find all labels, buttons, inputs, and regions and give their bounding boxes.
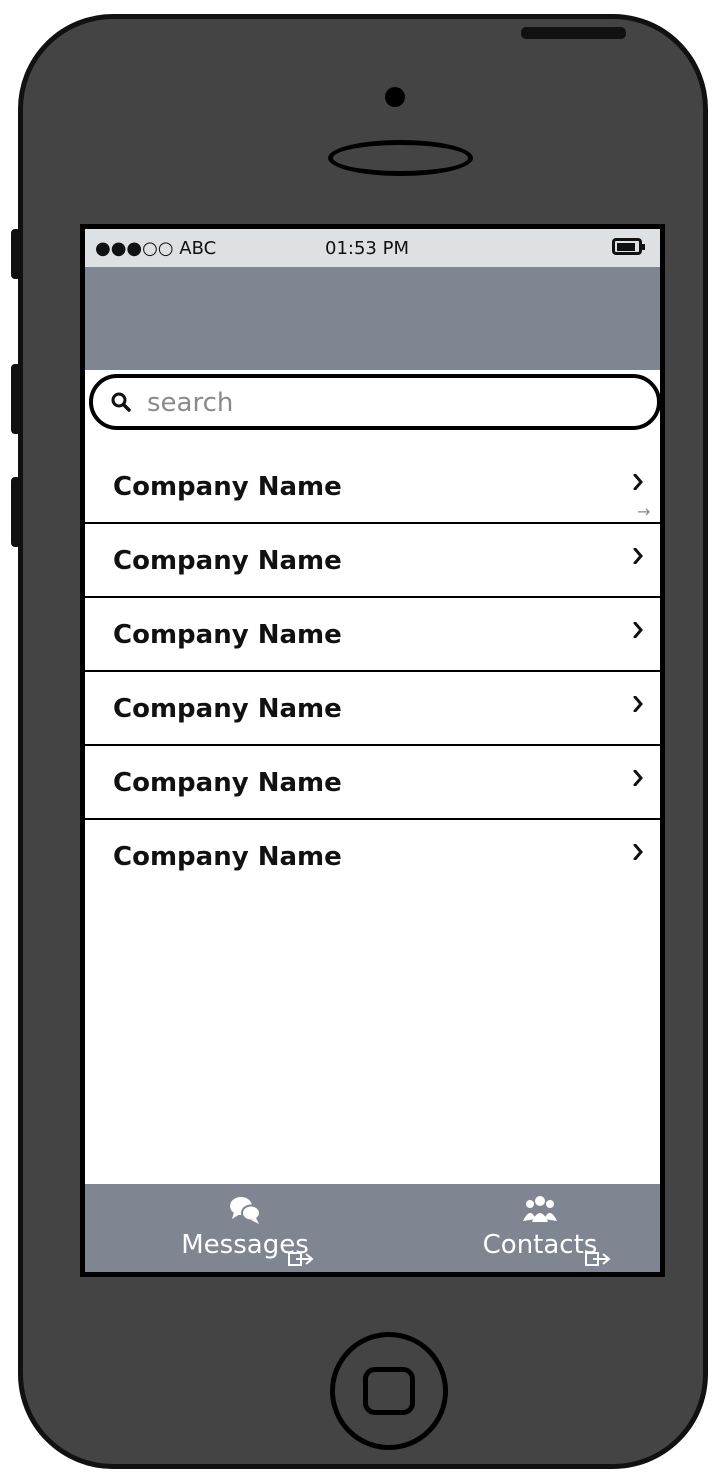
mute-switch xyxy=(11,229,21,279)
company-name: Company Name xyxy=(113,768,342,798)
navigation-bar xyxy=(85,267,660,370)
company-name: Company Name xyxy=(113,620,342,650)
chevron-right-icon xyxy=(633,696,643,712)
volume-down-button xyxy=(11,477,21,547)
volume-up-button xyxy=(11,364,21,434)
search-icon xyxy=(111,392,131,412)
company-list: Company Name → Company Name Company Name… xyxy=(85,450,660,894)
company-name: Company Name xyxy=(113,694,342,724)
company-name: Company Name xyxy=(113,546,342,576)
company-name: Company Name xyxy=(113,472,342,502)
list-item[interactable]: Company Name xyxy=(85,746,660,820)
list-item[interactable]: Company Name xyxy=(85,524,660,598)
status-bar: ●●●○○ ABC 01:53 PM xyxy=(85,229,660,267)
search-input[interactable] xyxy=(145,386,629,420)
tab-label: Messages xyxy=(181,1230,309,1260)
chevron-right-icon xyxy=(633,844,643,860)
chat-bubbles-icon xyxy=(230,1197,261,1224)
link-arrow-icon: → xyxy=(637,502,651,521)
front-camera xyxy=(385,87,405,107)
earpiece-speaker xyxy=(328,140,473,176)
chevron-right-icon xyxy=(633,548,643,564)
list-item[interactable]: Company Name → xyxy=(85,450,660,524)
phone-screen: ●●●○○ ABC 01:53 PM Company Name → Compan… xyxy=(80,224,665,1277)
chevron-right-icon xyxy=(633,622,643,638)
home-button[interactable] xyxy=(330,1332,448,1450)
search-bar[interactable] xyxy=(89,374,660,430)
group-icon xyxy=(523,1196,557,1222)
status-time: 01:53 PM xyxy=(325,238,409,259)
link-arrow-icon xyxy=(585,1252,611,1266)
battery-icon xyxy=(612,238,645,255)
home-square-icon xyxy=(363,1367,415,1415)
company-name: Company Name xyxy=(113,842,342,872)
list-item[interactable]: Company Name xyxy=(85,598,660,672)
tab-contacts[interactable]: Contacts xyxy=(440,1184,640,1272)
link-arrow-icon xyxy=(288,1252,314,1266)
list-item[interactable]: Company Name xyxy=(85,820,660,894)
chevron-right-icon xyxy=(633,770,643,786)
carrier-signal: ●●●○○ ABC xyxy=(95,238,217,259)
list-item[interactable]: Company Name xyxy=(85,672,660,746)
power-button xyxy=(521,27,626,39)
tab-messages[interactable]: Messages xyxy=(145,1184,345,1272)
tab-bar: Messages Contacts xyxy=(85,1184,660,1272)
chevron-right-icon xyxy=(633,474,643,490)
